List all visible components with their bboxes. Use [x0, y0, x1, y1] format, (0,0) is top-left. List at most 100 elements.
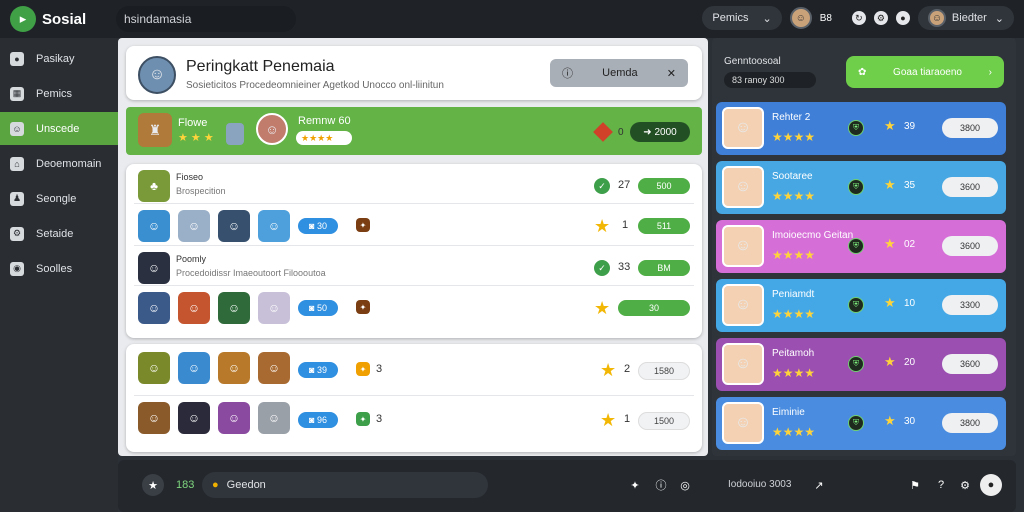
medal-icon: ✦ — [356, 412, 370, 426]
sidebar-item-label: Soolles — [36, 262, 73, 275]
avatar: ☺ — [722, 166, 764, 208]
info-icon: ⓘ — [562, 68, 573, 80]
entry-name: Eiminie — [772, 407, 805, 418]
entry-name: Rehter 2 — [772, 112, 811, 123]
entry-score: 10 — [904, 298, 916, 309]
leaderboard-action-button[interactable]: ✿ Goaa tiaraoeno › — [846, 56, 1004, 88]
camera-icon[interactable]: ◎ — [674, 474, 696, 496]
grid-icon: ▦ — [10, 86, 24, 101]
entry-points-button[interactable]: 3600 — [942, 177, 998, 197]
run-icon[interactable]: ⚑ — [904, 474, 926, 496]
entry-points-button[interactable]: 3300 — [942, 295, 998, 315]
leaderboard-entry[interactable]: ☺ Peitamoh ★★★★ ⛨ ★ 20 3600 — [716, 338, 1006, 391]
bottom-status: Iodooiuo 3003 — [728, 479, 792, 490]
sidebar-item-setaide[interactable]: ⚙ Setaide — [0, 217, 118, 250]
app-title: Sosial — [42, 10, 87, 28]
row-action-button[interactable]: 500 — [638, 178, 690, 194]
row-action-label: 1580 — [653, 366, 675, 376]
row-action-label: 511 — [656, 221, 672, 231]
leaderboard-list: ☺ Rehter 2 ★★★★ ⛨ ★ 39 3800 ☺ Sootaree ★… — [712, 102, 1016, 452]
list-item[interactable]: ☺ ☺ ☺ ☺ ◙ 30 ✦ ★ 1 511 — [134, 206, 694, 246]
avatar-count: B8 — [819, 12, 832, 24]
arrow-icon[interactable]: ↗ — [808, 474, 830, 496]
featured-name-2: Remnw 60 — [298, 115, 351, 127]
sidebar-item-pemics[interactable]: ▦ Pemics — [0, 77, 118, 110]
entry-name: Imoioecmo Geitan — [772, 230, 854, 241]
row-action-label: 500 — [656, 181, 672, 191]
leaderboard-entry[interactable]: ☺ Rehter 2 ★★★★ ⛨ ★ 39 3800 — [716, 102, 1006, 155]
list-item[interactable]: ☺ ☺ ☺ ☺ ◙ 39 ✦ 3 ★ 2 1580 — [134, 350, 694, 396]
entry-score: 30 — [904, 416, 916, 427]
entry-points-button[interactable]: 3600 — [942, 354, 998, 374]
avatar: ☺ — [258, 292, 290, 324]
row-title: Fioseo — [176, 172, 204, 182]
list-item[interactable]: ☺ ☺ ☺ ☺ ◙ 96 ✦ 3 ★ 1 1500 — [134, 400, 694, 446]
entry-points-button[interactable]: 3800 — [942, 118, 998, 138]
filter-dropdown[interactable]: Pemics ⌄ — [702, 6, 782, 30]
star-icon: ★ — [594, 298, 611, 318]
profile-icon[interactable]: ● — [980, 474, 1002, 496]
avatar: ☺ — [178, 210, 210, 242]
row-score: 33 — [618, 261, 631, 273]
leaderboard-entry[interactable]: ☺ Sootaree ★★★★ ⛨ ★ 35 3600 — [716, 161, 1006, 214]
refresh-icon[interactable]: ↻ — [851, 11, 866, 25]
settings-icon[interactable]: ⚙ — [954, 474, 976, 496]
star-icon: ★ — [884, 177, 896, 192]
avatar: ☺ — [138, 292, 170, 324]
list-item[interactable]: ♣ Fioseo Brospecition ✓ 27 500 — [134, 166, 694, 204]
friends-count: 39 — [316, 365, 327, 375]
sidebar-item-deoemomain[interactable]: ⌂ Deoemomain — [0, 147, 118, 180]
settings-icon[interactable]: ⚙ — [873, 11, 888, 25]
sidebar-item-pasikay[interactable]: ● Pasikay — [0, 42, 118, 75]
leaderboard-entry[interactable]: ☺ Peniamdt ★★★★ ⛨ ★ 10 3300 — [716, 279, 1006, 332]
message-input[interactable]: ● Geedon — [202, 472, 488, 498]
row-action-button[interactable]: 30 — [618, 300, 690, 316]
sidebar-item-soolles[interactable]: ◉ Soolles — [0, 252, 118, 285]
row-action-button[interactable]: 1580 — [638, 362, 690, 380]
sidebar-item-seongle[interactable]: ♟ Seongle — [0, 182, 118, 215]
help-icon[interactable]: ? — [930, 474, 952, 496]
entry-points: 3800 — [959, 123, 981, 133]
row-small-count: 3 — [376, 363, 383, 375]
friends-badge[interactable]: ◙ 39 — [298, 362, 338, 378]
friends-badge[interactable]: ◙ 30 — [298, 218, 338, 234]
search-input[interactable]: hsindamasia — [116, 6, 296, 32]
featured-score-button[interactable]: ➜ 2000 — [630, 122, 690, 142]
bell-icon[interactable]: ● — [895, 11, 910, 25]
top-bar: ▸ Sosial hsindamasia Pemics ⌄ ☺ B8 ↻ ⚙ ● … — [0, 0, 1024, 38]
settings-icon: ⚙ — [10, 226, 24, 241]
list-item[interactable]: ☺ Poomly Procedoidissr Imaeoutoort Filoo… — [134, 248, 694, 286]
row-action-button[interactable]: BM — [638, 260, 690, 276]
entry-points-button[interactable]: 3600 — [942, 236, 998, 256]
featured-player-bar[interactable]: ♜ Flowe ★ ★ ★ ☺ Remnw 60 ★★★★ 0 ➜ 2000 — [126, 107, 702, 155]
sidebar-item-unscede[interactable]: ☺ Unscede — [0, 112, 118, 145]
star-icon: ★ — [884, 413, 896, 428]
app-logo[interactable]: ▸ Sosial — [10, 6, 110, 32]
featured-stars: ★ ★ ★ — [178, 132, 214, 144]
star-icon: ★ — [884, 236, 896, 251]
friends-badge[interactable]: ◙ 96 — [298, 412, 338, 428]
friends-badge[interactable]: ◙ 50 — [298, 300, 338, 316]
row-action-button[interactable]: 1500 — [638, 412, 690, 430]
sidebar-item-label: Setaide — [36, 227, 74, 240]
people-icon[interactable]: ✦ — [624, 474, 646, 496]
medal-icon: ✦ — [356, 362, 370, 376]
row-action-label: BM — [657, 263, 671, 273]
star-icon[interactable]: ★ — [142, 474, 164, 496]
avatar[interactable]: ☺ — [789, 7, 812, 29]
user-menu[interactable]: ☺ Biedter ⌄ — [917, 6, 1014, 30]
chat-icon: ▸ — [10, 6, 36, 32]
star-icon: ★ — [884, 118, 896, 133]
info-icon[interactable]: ⓘ — [650, 474, 672, 496]
top-right-controls: Pemics ⌄ ☺ B8 ↻ ⚙ ● ☺ Biedter ⌄ — [702, 6, 1014, 30]
row-action-button[interactable]: 511 — [638, 218, 690, 234]
update-button[interactable]: ⓘ Uemda ✕ — [550, 59, 688, 87]
leaderboard-entry[interactable]: ☺ Eiminie ★★★★ ⛨ ★ 30 3800 — [716, 397, 1006, 450]
list-item[interactable]: ☺ ☺ ☺ ☺ ◙ 50 ✦ ★ 30 — [134, 288, 694, 326]
row-small-count: 3 — [376, 413, 383, 425]
entry-points: 3300 — [959, 300, 981, 310]
entry-score: 20 — [904, 357, 916, 368]
leaderboard-panel: Genntoosoal 83 ranoy 300 ✿ Goaa tiaraoen… — [712, 38, 1016, 456]
leaderboard-entry[interactable]: ☺ Imoioecmo Geitan ★★★★ ⛨ ★ 02 3600 — [716, 220, 1006, 273]
entry-points-button[interactable]: 3800 — [942, 413, 998, 433]
